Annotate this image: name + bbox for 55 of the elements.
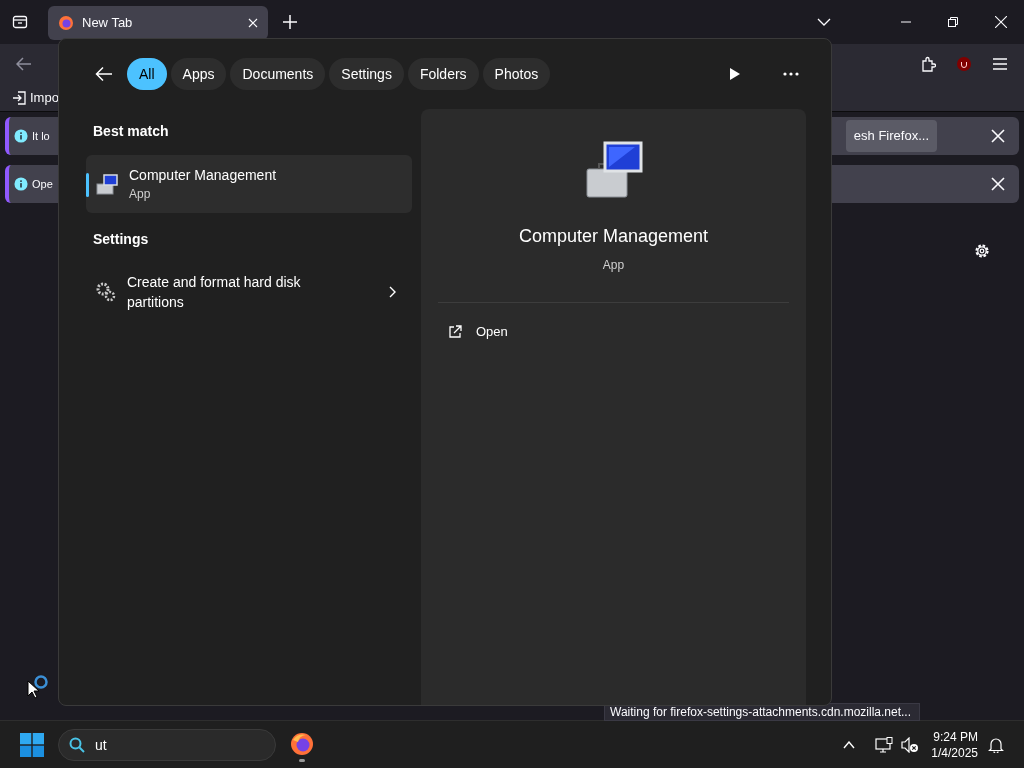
new-tab-icon[interactable] [283,15,297,29]
external-link-icon [448,325,462,339]
result-title: Computer Management [129,166,278,185]
filter-tab[interactable]: Folders [407,58,479,90]
search-icon [69,736,85,753]
firefox-taskbar-button[interactable] [290,732,314,762]
filter-tab[interactable]: Photos [482,58,551,90]
filter-tab[interactable]: Documents [230,58,326,90]
preview-subtitle: App [602,257,625,274]
notification-text: It lo [32,128,50,144]
cursor-icon [27,680,39,699]
windows-logo-icon[interactable] [20,732,44,757]
fox-icon [58,15,74,31]
menu-icon[interactable] [992,57,1008,71]
bell-icon[interactable] [988,736,1004,753]
chevron-right-icon [389,286,396,298]
settings-icon[interactable] [973,242,991,260]
tab-list-icon[interactable] [12,14,28,30]
tab-title: New Tab [82,14,134,33]
import-icon[interactable] [12,90,26,105]
search-result[interactable]: Create and format hard disk partitions [86,262,412,322]
clock[interactable]: 9:24 PM 1/4/2025 [931,728,978,761]
puzzle-icon[interactable] [920,56,936,72]
bookmark-text[interactable]: Impo [30,87,59,108]
network-icon[interactable] [875,736,894,753]
close-icon[interactable] [248,18,258,28]
chevron-up-icon[interactable] [843,740,856,749]
browser-tab[interactable]: New Tab [48,6,268,40]
chevron-down-icon[interactable] [817,18,831,26]
muted-speaker-icon[interactable] [901,736,920,753]
notification-text: Ope [32,176,53,192]
search-result[interactable]: Computer Management App [86,155,412,213]
filter-tab[interactable]: Settings [329,58,404,90]
info-icon [14,129,28,143]
close-icon[interactable] [991,129,1005,143]
result-title: Create and format hard disk partitions [127,273,302,312]
restore-icon[interactable] [948,17,958,27]
refresh-button[interactable]: esh Firefox... [845,120,937,152]
play-icon[interactable] [729,67,741,81]
info-icon [14,177,28,191]
more-icon[interactable] [783,72,799,76]
clock-time: 9:24 PM [933,728,978,745]
clock-date: 1/4/2025 [931,744,978,761]
gears-icon [95,281,117,303]
close-icon[interactable] [995,16,1007,28]
open-action[interactable]: Open [438,313,789,351]
loading-spinner-icon [34,675,48,689]
close-icon[interactable] [991,177,1005,191]
preview-title: Computer Management [518,225,709,248]
result-subtitle: App [129,186,152,203]
taskbar-search-field[interactable]: ut [58,728,276,761]
filter-tab[interactable]: All [127,58,167,90]
section-heading: Best match [92,122,170,141]
filter-tab[interactable]: Apps [170,58,227,90]
section-heading: Settings [92,230,150,249]
